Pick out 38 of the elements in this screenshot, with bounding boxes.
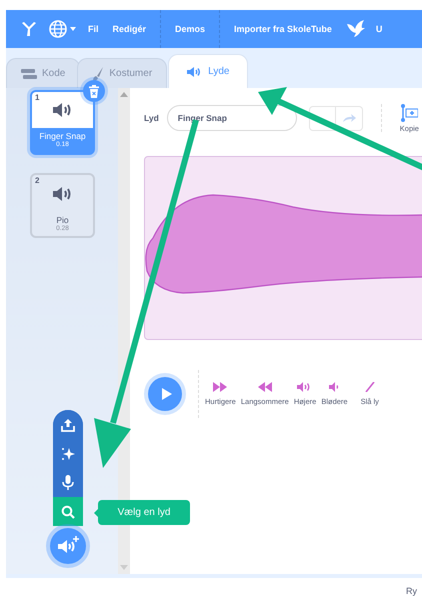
search-icon <box>61 504 75 518</box>
mute-icon <box>364 382 375 392</box>
menu-option[interactable] <box>53 497 83 526</box>
rewind-icon <box>258 382 272 392</box>
microphone-icon <box>62 475 74 490</box>
upload-icon <box>61 418 75 432</box>
copy-icon <box>400 104 418 122</box>
play-icon <box>162 388 172 400</box>
menu-item[interactable]: U <box>376 24 382 34</box>
logo-icon[interactable] <box>20 20 38 38</box>
menu-item[interactable]: Importer fra SkoleTube <box>234 24 332 34</box>
sound-name: Finger Snap <box>39 131 86 141</box>
fast-forward-icon <box>213 382 228 392</box>
sound-name: Pio <box>56 215 69 225</box>
menu-item[interactable]: Redigér <box>112 24 146 34</box>
scroll-up-icon[interactable] <box>120 92 128 97</box>
quiet-speaker-icon <box>329 382 340 392</box>
speaker-icon <box>52 102 72 118</box>
redo-button[interactable] <box>336 106 363 130</box>
sound-number: 1 <box>35 93 40 102</box>
speaker-icon <box>57 536 79 556</box>
footer-text: Ry <box>406 586 418 596</box>
field-label: Lyd <box>144 113 159 123</box>
brush-icon <box>92 66 104 80</box>
trash-icon <box>88 84 100 98</box>
redo-icon <box>342 114 356 122</box>
bird-icon[interactable] <box>346 19 366 39</box>
speaker-icon <box>52 186 72 202</box>
sparkle-icon <box>61 446 75 460</box>
play-button[interactable] <box>148 377 182 411</box>
tab[interactable]: Lyde <box>168 54 248 88</box>
blocks-icon <box>21 68 37 80</box>
add-sound-button[interactable] <box>50 528 86 564</box>
sound-number: 2 <box>35 176 40 185</box>
menu-item[interactable]: Fil <box>88 24 98 34</box>
menu-item[interactable]: Demos <box>175 24 206 34</box>
undo-button[interactable] <box>308 106 336 130</box>
globe-icon[interactable] <box>48 19 78 39</box>
